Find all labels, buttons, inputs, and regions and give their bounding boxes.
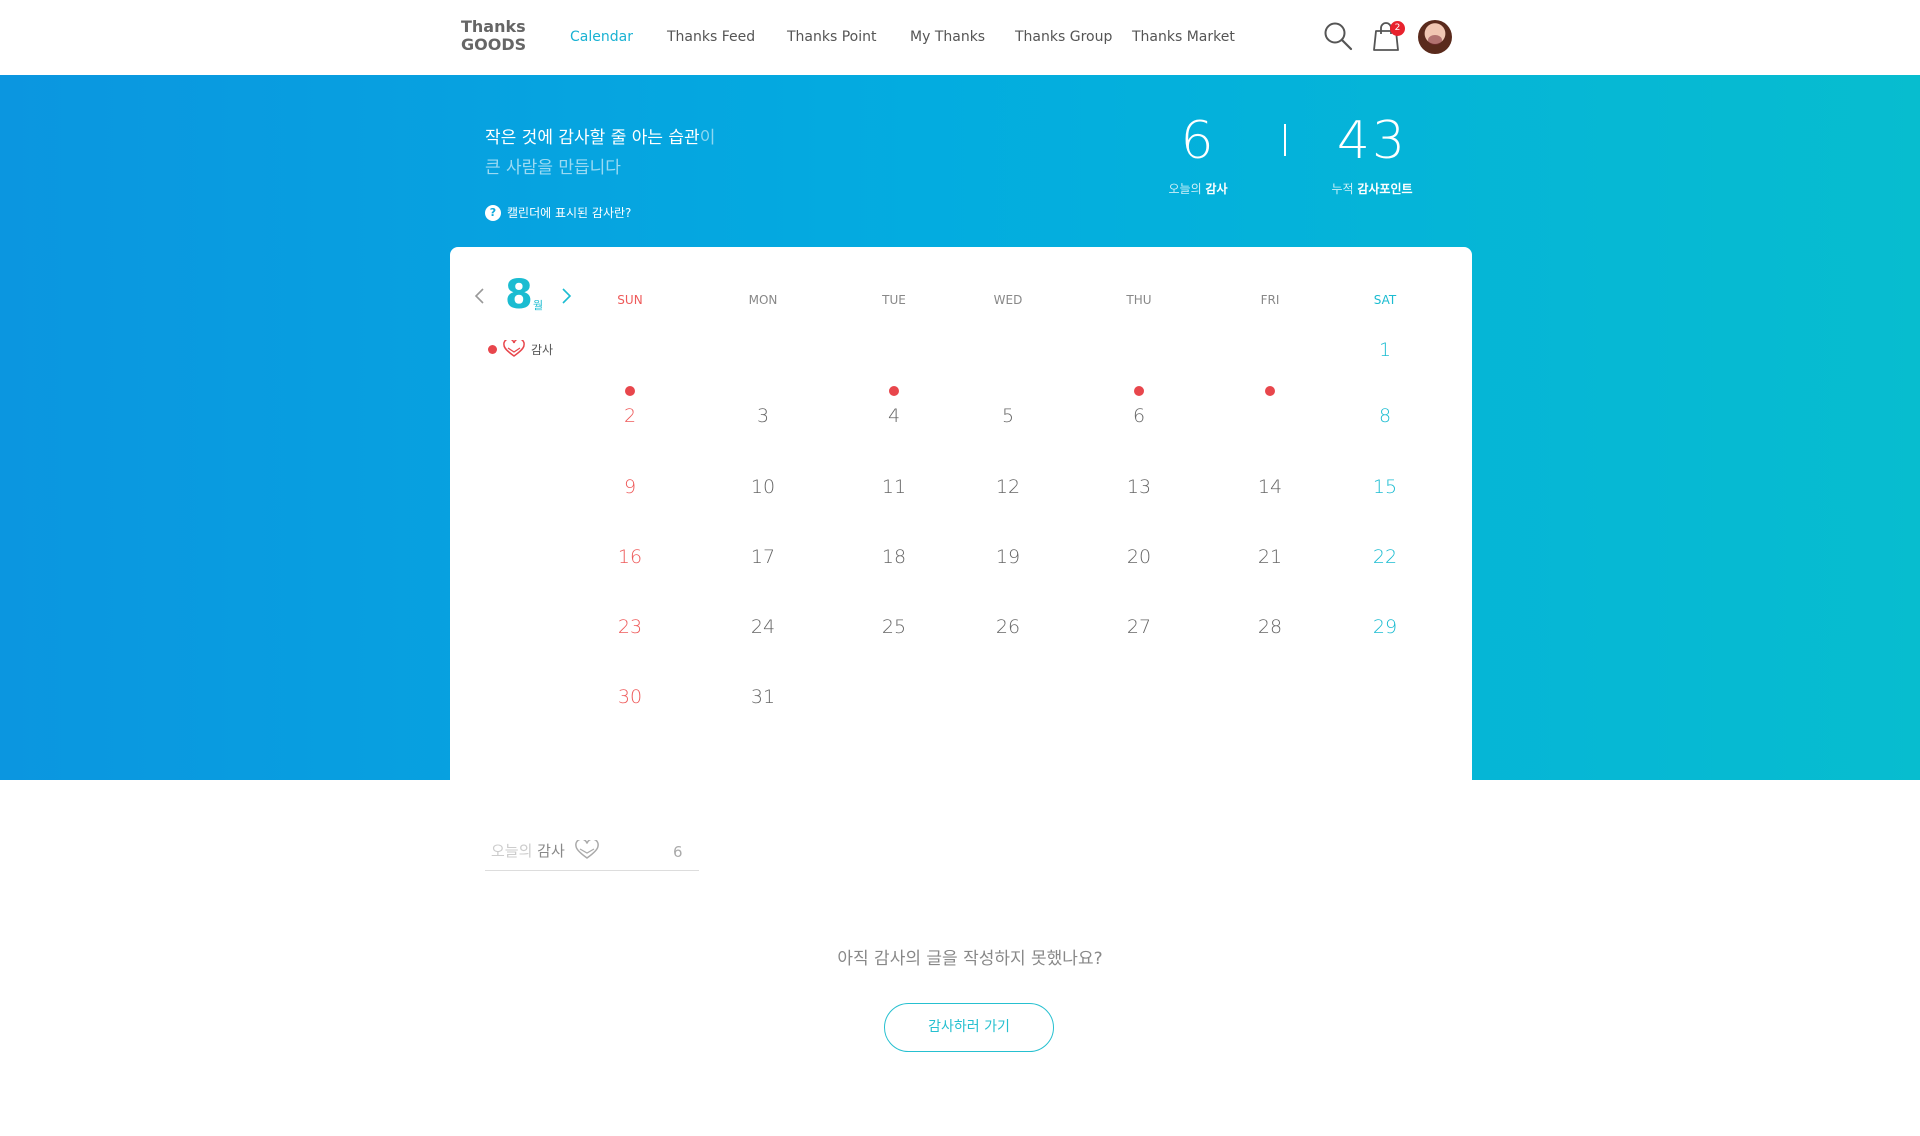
legend-label: 감사 (531, 342, 554, 357)
weekday-wed: WED (993, 293, 1023, 307)
today-count: 6 (673, 843, 683, 861)
tagline-line1: 작은 것에 감사할 줄 아는 습관이 (485, 123, 715, 153)
calendar-day-1[interactable]: 1 (1365, 330, 1405, 370)
current-month: 8 (505, 272, 533, 318)
write-thanks-button[interactable]: 감사하러 가기 (884, 1003, 1054, 1052)
search-icon[interactable] (1323, 21, 1353, 51)
calendar-help-link[interactable]: ? 캘린더에 표시된 감사란? (485, 204, 631, 221)
weekday-tue: TUE (882, 293, 906, 307)
avatar[interactable] (1418, 20, 1452, 54)
calendar-day-28[interactable]: 28 (1250, 607, 1290, 647)
logo[interactable]: Thanks GOODS (461, 19, 531, 53)
calendar-day-13[interactable]: 13 (1119, 467, 1159, 507)
thanks-marker-dot (1134, 386, 1144, 396)
help-text: 캘린더에 표시된 감사란? (507, 206, 632, 220)
month-unit: 월 (533, 299, 544, 312)
next-month-icon[interactable] (559, 286, 573, 306)
legend-dot (488, 344, 497, 354)
calendar-day-23[interactable]: 23 (610, 607, 650, 647)
heart-hands-icon (503, 340, 525, 357)
calendar-day-17[interactable]: 17 (743, 537, 783, 577)
calendar-day-5[interactable]: 5 (988, 396, 1028, 436)
weekday-sat: SAT (1373, 293, 1397, 307)
top-header: Thanks GOODS Calendar Thanks Feed Thanks… (0, 0, 1920, 75)
stat-today-label: 오늘의 감사 (1168, 182, 1228, 196)
calendar-day-11[interactable]: 11 (874, 467, 914, 507)
calendar-legend: 감사 (488, 340, 553, 358)
calendar-day-19[interactable]: 19 (988, 537, 1028, 577)
calendar-day-6[interactable]: 6 (1119, 396, 1159, 436)
calendar-day-30[interactable]: 30 (610, 677, 650, 717)
thanks-marker-dot (889, 386, 899, 396)
nav-thanks-group[interactable]: Thanks Group (1015, 29, 1112, 45)
logo-line2: GOODS (461, 35, 527, 54)
weekday-thu: THU (1126, 293, 1152, 307)
question-icon: ? (485, 204, 501, 221)
nav-my-thanks[interactable]: My Thanks (910, 29, 985, 45)
calendar-day-9[interactable]: 9 (610, 467, 650, 507)
stat-total-points: 43 누적 감사포인트 (1322, 108, 1422, 197)
calendar-day-4[interactable]: 4 (874, 396, 914, 436)
calendar-day-2[interactable]: 2 (610, 396, 650, 436)
calendar-day-18[interactable]: 18 (874, 537, 914, 577)
weekday-sun: SUN (617, 293, 643, 307)
tagline-main: 작은 것에 감사할 줄 아는 습관 (485, 128, 700, 148)
stat-total-value: 43 (1336, 111, 1408, 171)
logo-line1: Thanks (461, 17, 526, 36)
calendar-day-27[interactable]: 27 (1119, 607, 1159, 647)
calendar-day-29[interactable]: 29 (1365, 607, 1405, 647)
today-thanks-summary: 오늘의 감사 6 (485, 835, 699, 871)
calendar-card (450, 247, 1472, 780)
calendar-day-22[interactable]: 22 (1365, 537, 1405, 577)
nav-thanks-feed[interactable]: Thanks Feed (667, 29, 755, 45)
nav-calendar[interactable]: Calendar (570, 29, 633, 45)
calendar-day-21[interactable]: 21 (1250, 537, 1290, 577)
thanks-marker-dot (625, 386, 635, 396)
stat-today-value: 6 (1180, 111, 1216, 171)
calendar-day-26[interactable]: 26 (988, 607, 1028, 647)
nav-thanks-point[interactable]: Thanks Point (787, 29, 877, 45)
cart-badge: 2 (1390, 21, 1405, 36)
calendar-day-10[interactable]: 10 (743, 467, 783, 507)
calendar-day-12[interactable]: 12 (988, 467, 1028, 507)
calendar-day-3[interactable]: 3 (743, 396, 783, 436)
empty-message: 아직 감사의 글을 작성하지 못했나요? (837, 949, 1103, 969)
thanks-marker-dot (1265, 386, 1275, 396)
calendar-day-14[interactable]: 14 (1250, 467, 1290, 507)
nav-thanks-market[interactable]: Thanks Market (1132, 29, 1235, 45)
weekday-mon: MON (748, 293, 778, 307)
tagline-line2: 큰 사람을 만듭니다 (485, 158, 621, 178)
weekday-fri: FRI (1260, 293, 1280, 307)
calendar-day-25[interactable]: 25 (874, 607, 914, 647)
calendar-day-15[interactable]: 15 (1365, 467, 1405, 507)
heart-hands-icon (575, 840, 599, 859)
calendar-day-7[interactable]: 7 (1250, 396, 1290, 436)
stat-today-thanks: 6 오늘의 감사 (1158, 108, 1238, 197)
calendar-day-8[interactable]: 8 (1365, 396, 1405, 436)
tagline-suffix: 이 (699, 128, 716, 148)
calendar-day-20[interactable]: 20 (1119, 537, 1159, 577)
calendar-day-24[interactable]: 24 (743, 607, 783, 647)
today-label: 오늘의 감사 (491, 842, 565, 860)
stat-total-label: 누적 감사포인트 (1331, 182, 1413, 196)
prev-month-icon[interactable] (473, 286, 487, 306)
stat-divider (1284, 124, 1286, 156)
calendar-day-16[interactable]: 16 (610, 537, 650, 577)
calendar-day-31[interactable]: 31 (743, 677, 783, 717)
